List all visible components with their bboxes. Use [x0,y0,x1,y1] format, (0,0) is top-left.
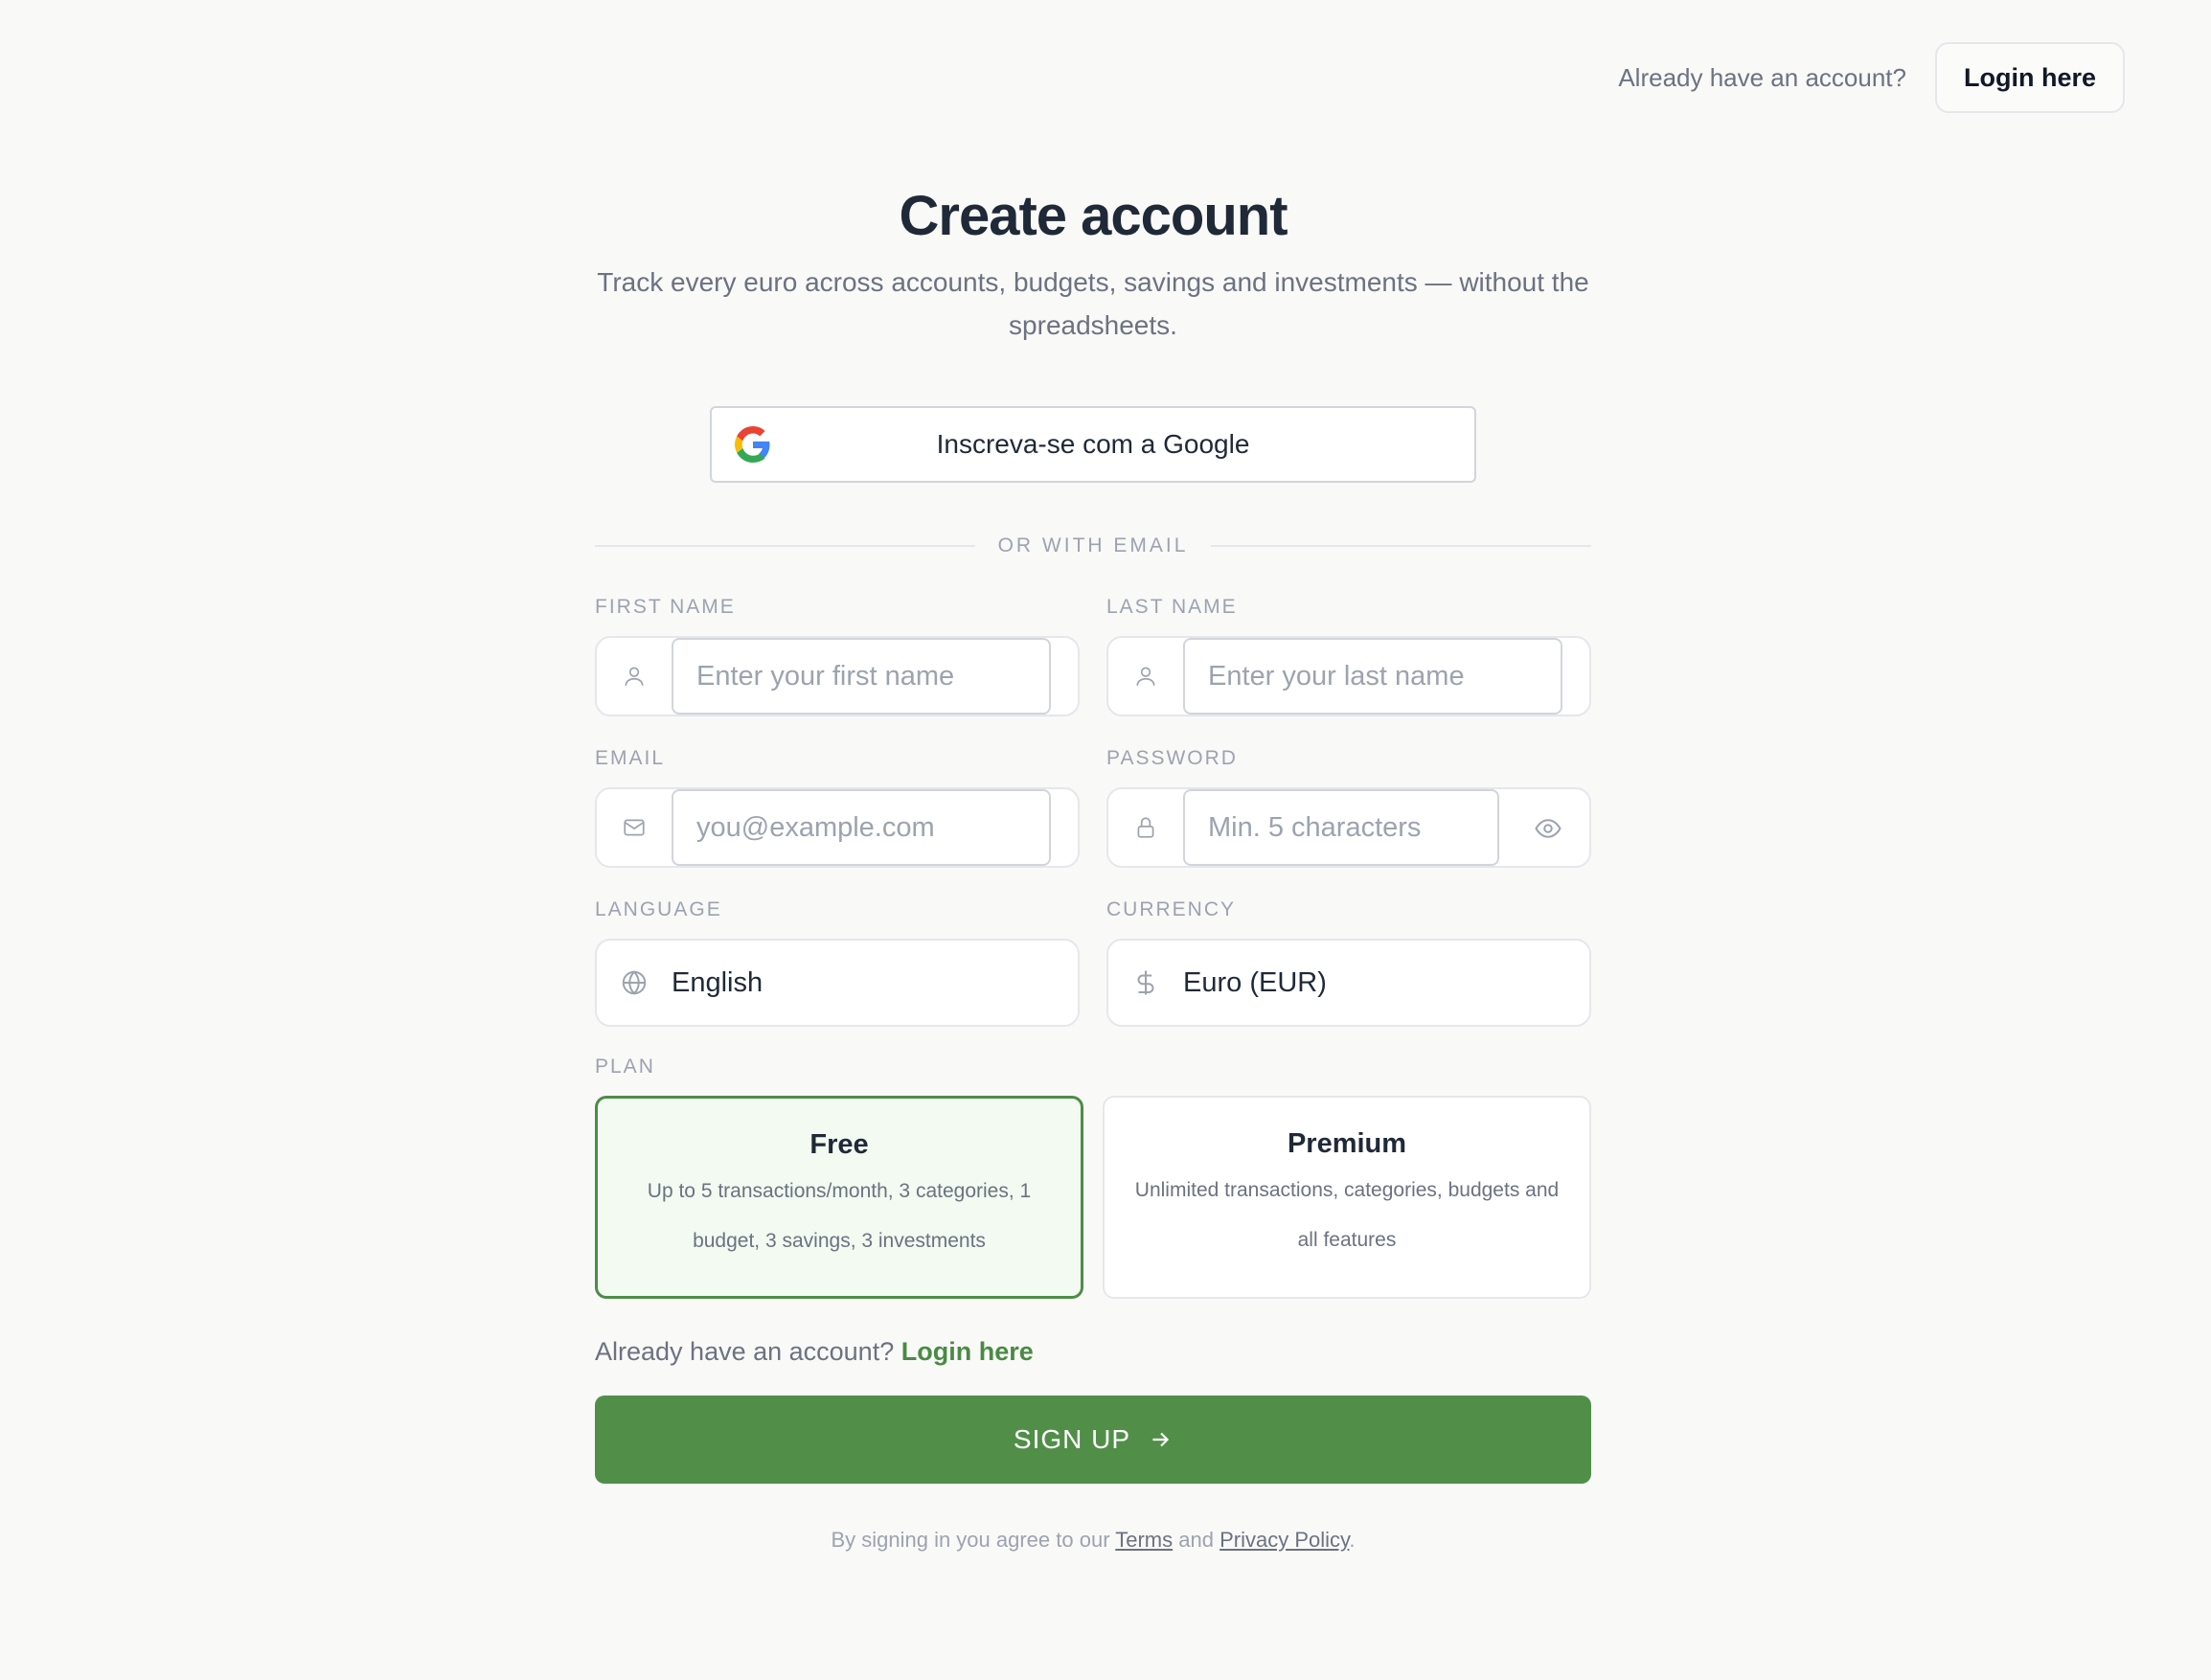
login-prompt: Already have an account? Login here [595,1337,1591,1367]
arrow-right-icon [1152,1432,1170,1447]
language-label: LANGUAGE [595,898,722,920]
language-value: English [672,966,764,998]
terms-suffix: . [1349,1528,1356,1552]
last-name-field [1106,636,1591,716]
divider-line [595,545,975,547]
first-name-input[interactable] [696,660,1049,692]
plan-card-premium[interactable]: Premium Unlimited transactions, categori… [1103,1096,1591,1299]
password-field [1106,787,1591,868]
dollar-icon [1108,968,1183,997]
page-title: Create account [899,185,1288,247]
google-icon [735,426,770,463]
signup-label: SIGN UP [1013,1424,1131,1454]
terms-and: and [1178,1528,1214,1552]
login-prompt-text: Already have an account? [595,1337,895,1366]
terms-link[interactable]: Terms [1115,1528,1173,1552]
top-bar: Already have an account? Login here [1618,42,2125,113]
terms-prefix: By signing in you agree to our [831,1528,1110,1552]
plan-label: PLAN [595,1056,655,1078]
signup-form: Create account Track every euro across a… [595,182,1591,1553]
plan-name: Premium [1287,1128,1407,1159]
last-name-input[interactable] [1208,660,1561,692]
eye-icon[interactable] [1534,814,1562,848]
email-input[interactable] [696,811,1049,844]
language-select[interactable]: English [595,939,1080,1027]
currency-select[interactable]: Euro (EUR) [1106,939,1591,1027]
divider-line [1211,545,1591,547]
plan-card-free[interactable]: Free Up to 5 transactions/month, 3 categ… [595,1096,1083,1299]
google-signup-button[interactable]: Inscreva-se com a Google [710,406,1476,483]
login-link[interactable]: Login here [901,1337,1034,1366]
password-label: PASSWORD [1106,747,1238,769]
divider-label: OR WITH EMAIL [997,534,1189,556]
privacy-policy-link[interactable]: Privacy Policy [1219,1528,1349,1552]
email-label: EMAIL [595,747,666,769]
currency-value: Euro (EUR) [1183,966,1327,998]
last-name-label: LAST NAME [1106,596,1238,618]
lock-icon [1108,815,1183,840]
user-icon [597,664,672,689]
already-account-text: Already have an account? [1618,62,1906,92]
globe-icon [597,968,672,997]
signup-button[interactable]: SIGN UP [595,1396,1591,1484]
first-name-label: FIRST NAME [595,596,736,618]
or-divider: OR WITH EMAIL [595,534,1591,557]
user-icon [1108,664,1183,689]
plan-description: Unlimited transactions, categories, budg… [1134,1179,1560,1251]
login-button[interactable]: Login here [1934,42,2125,113]
plan-description: Up to 5 transactions/month, 3 categories… [647,1180,1032,1252]
page-subtitle: Track every euro across accounts, budget… [597,267,1589,340]
password-input[interactable] [1208,811,1497,844]
plan-name: Free [809,1129,869,1160]
mail-icon [597,815,672,840]
currency-label: CURRENCY [1106,898,1237,920]
google-button-label: Inscreva-se com a Google [936,429,1250,459]
plan-selector: Free Up to 5 transactions/month, 3 categ… [595,1096,1591,1299]
email-field [595,787,1080,868]
first-name-field [595,636,1080,716]
terms-notice: By signing in you agree to our Terms and… [595,1528,1591,1553]
